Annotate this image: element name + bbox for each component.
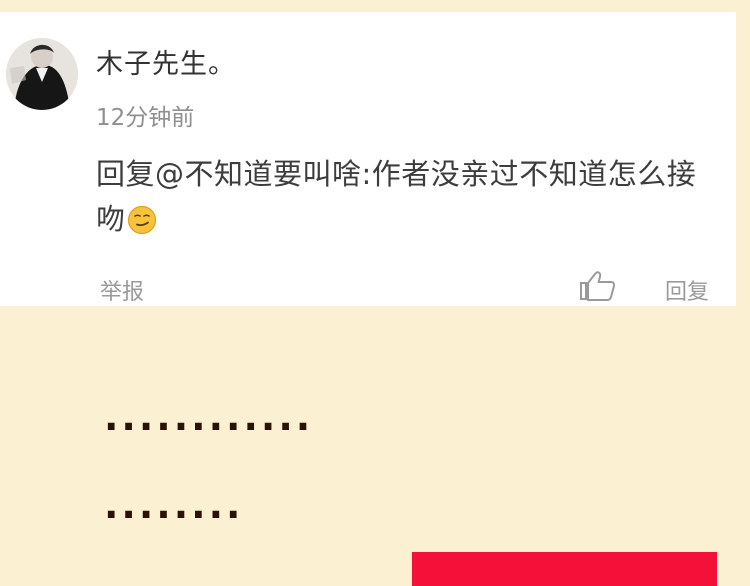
username[interactable]: 木子先生。 [96, 42, 236, 81]
ellipsis-text-1: ............ [104, 395, 314, 439]
like-button[interactable] [578, 269, 618, 303]
timestamp: 12分钟前 [96, 105, 195, 131]
smirk-emoji-icon [127, 203, 157, 235]
ellipsis-text-2: ........ [104, 483, 244, 527]
avatar[interactable] [6, 38, 78, 110]
speech-bubble [412, 552, 717, 586]
comment-card: 木子先生。 12分钟前 回复@不知道要叫啥:作者没亲过不知道怎么接吻 举报 回复 [0, 12, 736, 306]
thumbs-up-icon [578, 271, 618, 307]
reply-button[interactable]: 回复 [665, 274, 709, 306]
report-button[interactable]: 举报 [100, 274, 144, 306]
comment-text: 回复@不知道要叫啥:作者没亲过不知道怎么接吻 [96, 157, 697, 236]
comment-body: 回复@不知道要叫啥:作者没亲过不知道怎么接吻 [96, 152, 716, 242]
